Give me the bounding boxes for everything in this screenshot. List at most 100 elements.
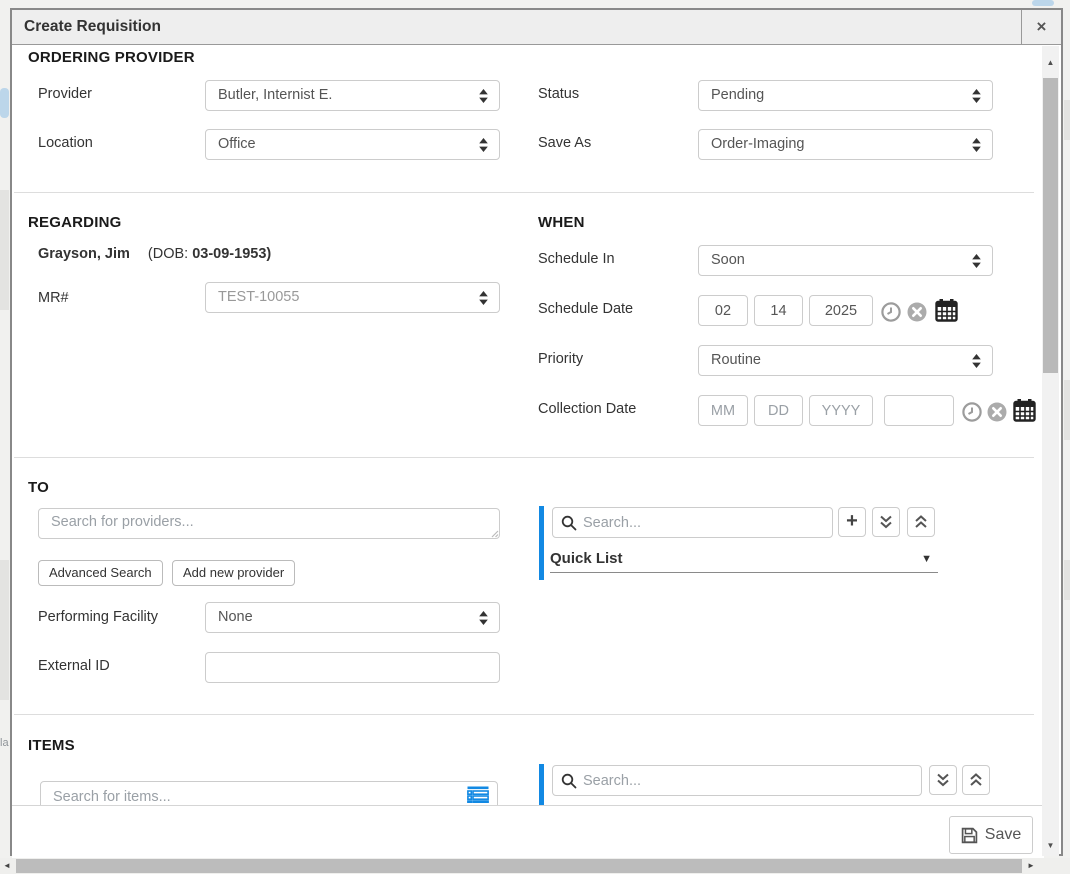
backdrop-fragment — [1032, 0, 1054, 6]
schedule-date-calendar-icon[interactable] — [935, 298, 958, 322]
items-search-box — [40, 781, 498, 805]
patient-name: Grayson, Jim — [38, 246, 130, 262]
backdrop-text-fragment: la — [0, 737, 9, 749]
scroll-right-arrow-icon[interactable]: ► — [1024, 858, 1038, 874]
save-as-select-value: Order-Imaging — [711, 130, 964, 159]
mr-number-select-value: TEST-10055 — [218, 283, 471, 312]
collection-date-calendar-icon[interactable] — [1013, 398, 1036, 422]
item-table-icon[interactable] — [467, 786, 489, 803]
dialog-title: Create Requisition — [24, 10, 161, 44]
collection-date-label: Collection Date — [538, 401, 636, 417]
close-button[interactable]: × — [1021, 10, 1061, 45]
backdrop-fragment — [0, 190, 9, 310]
priority-select-value: Routine — [711, 346, 964, 375]
mr-number-label: MR# — [38, 290, 69, 306]
dialog-footer: Save — [12, 805, 1044, 858]
schedule-date-clear-icon[interactable] — [907, 302, 927, 322]
external-id-input[interactable] — [205, 652, 500, 683]
priority-select[interactable]: Routine — [698, 345, 993, 376]
performing-facility-label: Performing Facility — [38, 609, 158, 625]
search-icon — [561, 773, 577, 789]
plus-icon: + — [846, 511, 858, 531]
performing-facility-select[interactable]: None — [205, 602, 500, 633]
external-id-label: External ID — [38, 658, 110, 674]
caret-down-icon: ▼ — [921, 553, 932, 565]
dialog-header: Create Requisition × — [12, 10, 1061, 45]
provider-search-textarea[interactable] — [38, 508, 500, 539]
items-expand-all-button[interactable] — [929, 765, 957, 795]
location-select[interactable]: Office — [205, 129, 500, 160]
items-right-search-input[interactable] — [583, 766, 917, 795]
scroll-up-arrow-icon[interactable]: ▲ — [1042, 54, 1059, 71]
add-new-provider-button[interactable]: Add new provider — [172, 560, 295, 586]
items-collapse-all-button[interactable] — [962, 765, 990, 795]
patient-dob: (DOB: 03-09-1953) — [148, 246, 271, 262]
save-as-label: Save As — [538, 135, 591, 151]
status-label: Status — [538, 86, 579, 102]
scroll-down-arrow-icon[interactable]: ▼ — [1042, 837, 1059, 854]
provider-select[interactable]: Butler, Internist E. — [205, 80, 500, 111]
resize-grip-icon[interactable] — [491, 530, 499, 538]
vertical-scrollbar-thumb[interactable] — [1043, 78, 1058, 373]
collection-date-year-input[interactable] — [809, 395, 873, 426]
quick-list-label: Quick List — [550, 550, 623, 567]
status-select-value: Pending — [711, 81, 964, 110]
search-icon — [561, 515, 577, 531]
to-heading: TO — [28, 479, 49, 496]
items-right-search-box — [552, 765, 922, 796]
performing-facility-select-value: None — [218, 603, 471, 632]
schedule-date-day-input[interactable] — [754, 295, 803, 326]
schedule-in-select-value: Soon — [711, 246, 964, 275]
schedule-date-time-icon[interactable] — [881, 302, 901, 322]
close-icon: × — [1037, 17, 1047, 36]
collection-date-day-input[interactable] — [754, 395, 803, 426]
horizontal-scrollbar-thumb[interactable] — [16, 859, 1022, 873]
to-expand-all-button[interactable] — [872, 507, 900, 537]
items-heading: ITEMS — [28, 737, 75, 754]
location-select-value: Office — [218, 130, 471, 159]
backdrop-fragment — [1064, 560, 1070, 600]
scroll-left-arrow-icon[interactable]: ◄ — [0, 858, 14, 874]
regarding-heading: REGARDING — [28, 214, 121, 231]
advanced-search-button[interactable]: Advanced Search — [38, 560, 163, 586]
to-collapse-all-button[interactable] — [907, 507, 935, 537]
priority-label: Priority — [538, 351, 583, 367]
vertical-scrollbar[interactable]: ▲ ▼ — [1042, 46, 1059, 856]
section-divider — [14, 192, 1034, 193]
to-search-box — [552, 507, 833, 538]
save-as-select[interactable]: Order-Imaging — [698, 129, 993, 160]
collection-date-time-input[interactable] — [884, 395, 954, 426]
schedule-in-select[interactable]: Soon — [698, 245, 993, 276]
to-panel-accent-bar — [539, 506, 544, 580]
select-arrows-icon — [478, 291, 489, 305]
backdrop-fragment — [0, 88, 9, 118]
select-arrows-icon — [971, 89, 982, 103]
save-disk-icon — [961, 827, 978, 844]
collection-date-clear-icon[interactable] — [987, 402, 1007, 422]
double-chevron-up-icon — [914, 515, 928, 529]
collection-date-month-input[interactable] — [698, 395, 748, 426]
schedule-date-month-input[interactable] — [698, 295, 748, 326]
select-arrows-icon — [971, 138, 982, 152]
provider-select-value: Butler, Internist E. — [218, 81, 471, 110]
select-arrows-icon — [971, 254, 982, 268]
horizontal-scrollbar[interactable]: ◄ ► — [0, 858, 1070, 874]
select-arrows-icon — [971, 354, 982, 368]
double-chevron-down-icon — [879, 515, 893, 529]
backdrop-fragment — [1064, 100, 1070, 140]
to-add-button[interactable]: + — [838, 507, 866, 537]
select-arrows-icon — [478, 138, 489, 152]
backdrop-fragment — [1064, 380, 1070, 440]
save-button[interactable]: Save — [949, 816, 1033, 854]
section-divider — [14, 714, 1034, 715]
schedule-date-year-input[interactable] — [809, 295, 873, 326]
save-button-label: Save — [985, 826, 1021, 844]
quick-list-header[interactable]: Quick List ▼ — [550, 550, 938, 573]
collection-date-time-icon[interactable] — [962, 402, 982, 422]
select-arrows-icon — [478, 611, 489, 625]
items-search-input[interactable] — [53, 782, 463, 805]
to-search-input[interactable] — [583, 508, 828, 537]
status-select[interactable]: Pending — [698, 80, 993, 111]
mr-number-select[interactable]: TEST-10055 — [205, 282, 500, 313]
section-divider — [14, 457, 1034, 458]
